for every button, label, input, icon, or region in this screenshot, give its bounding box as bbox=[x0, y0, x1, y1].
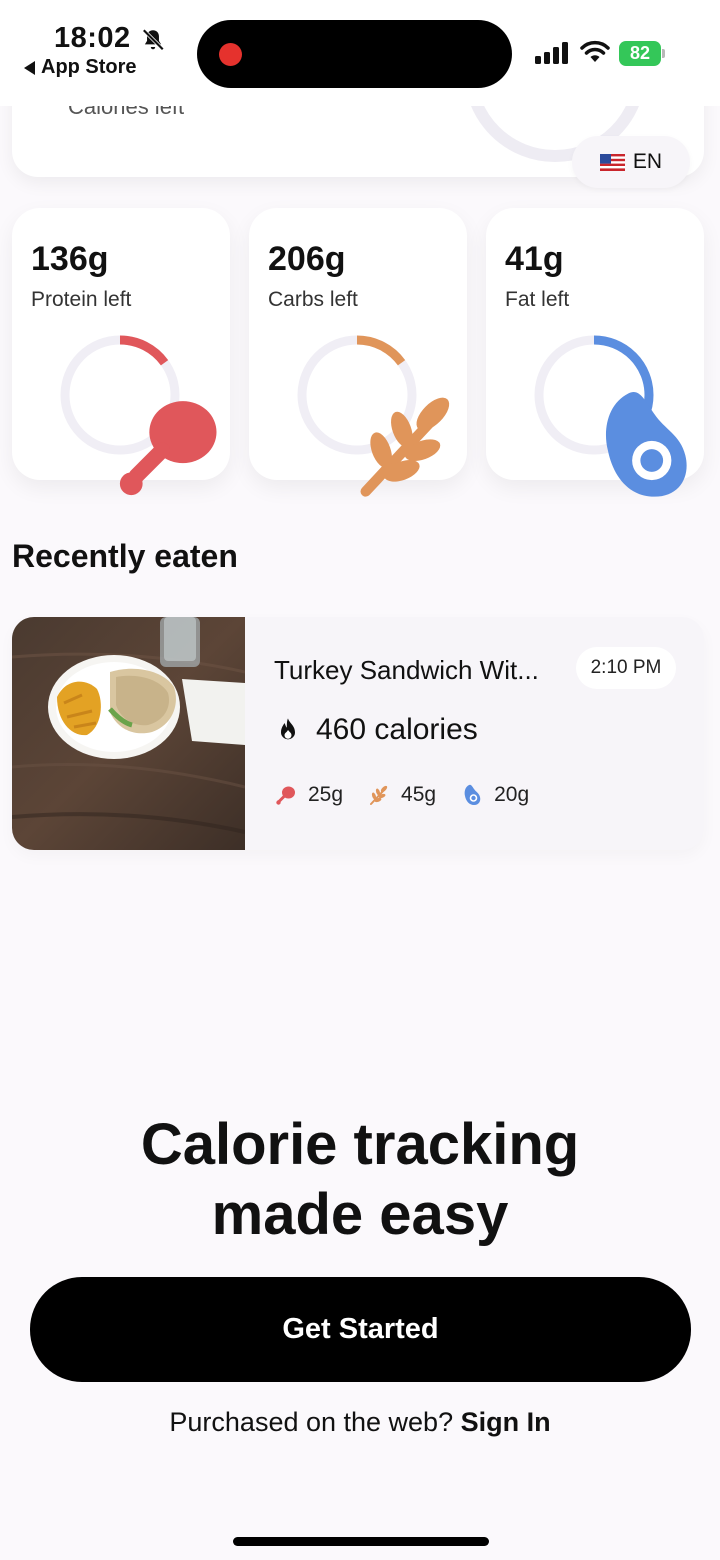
avocado-icon bbox=[464, 784, 481, 805]
recent-food-item[interactable]: Turkey Sandwich Wit... 2:10 PM 460 calor… bbox=[12, 617, 704, 850]
battery-indicator: 82 bbox=[619, 41, 665, 66]
food-fat: 20g bbox=[460, 783, 529, 807]
protein-ring bbox=[58, 333, 217, 496]
language-selector[interactable]: EN bbox=[572, 136, 690, 188]
drumstick-icon bbox=[119, 401, 217, 496]
food-protein-value: 25g bbox=[308, 783, 344, 806]
status-bar-background: 18:02 App Store 82 bbox=[0, 0, 720, 106]
food-calories: 460 calories bbox=[274, 713, 478, 747]
cellular-signal-icon bbox=[535, 42, 568, 64]
wheat-icon bbox=[360, 397, 450, 497]
protein-card[interactable]: 136g Protein left bbox=[12, 208, 230, 496]
back-arrow-icon bbox=[24, 60, 35, 75]
fat-card[interactable]: 41g Fat left bbox=[486, 208, 704, 497]
protein-label: Protein left bbox=[31, 288, 132, 311]
sign-in-link[interactable]: Sign In bbox=[461, 1407, 551, 1437]
carbs-card[interactable]: 206g Carbs left bbox=[249, 208, 467, 497]
headline: Calorie tracking made easy bbox=[0, 1110, 720, 1250]
drumstick-icon bbox=[276, 786, 295, 805]
food-carbs-value: 45g bbox=[401, 783, 437, 806]
carbs-value: 206g bbox=[268, 240, 346, 278]
food-macros: 25g 45g 20g bbox=[274, 783, 541, 807]
food-fat-value: 20g bbox=[494, 783, 530, 806]
protein-value: 136g bbox=[31, 240, 109, 278]
dynamic-island bbox=[197, 20, 512, 88]
flame-icon bbox=[281, 718, 295, 740]
fat-value: 41g bbox=[505, 240, 564, 278]
food-name: Turkey Sandwich Wit... bbox=[274, 655, 539, 685]
carbs-ring bbox=[295, 333, 450, 497]
recording-dot-icon bbox=[219, 43, 242, 66]
sign-in-prompt: Purchased on the web? Sign In bbox=[0, 1407, 720, 1438]
avocado-icon bbox=[605, 391, 687, 497]
wifi-icon bbox=[580, 40, 610, 62]
recently-eaten-heading: Recently eaten bbox=[12, 538, 238, 574]
food-photo bbox=[12, 617, 245, 850]
sign-in-question: Purchased on the web? bbox=[169, 1407, 454, 1437]
back-app-label: App Store bbox=[41, 56, 137, 78]
fat-ring bbox=[532, 333, 687, 497]
fat-label: Fat left bbox=[505, 288, 570, 311]
back-to-app-store[interactable]: App Store bbox=[24, 56, 137, 79]
language-code: EN bbox=[632, 150, 663, 173]
food-calories-text: 460 calories bbox=[316, 713, 478, 746]
get-started-button[interactable]: Get Started bbox=[30, 1277, 691, 1382]
status-time: 18:02 bbox=[54, 22, 131, 54]
headline-line-2: made easy bbox=[211, 1182, 509, 1247]
bell-slash-icon bbox=[142, 28, 165, 51]
battery-level: 82 bbox=[619, 41, 661, 66]
food-protein: 25g bbox=[274, 783, 343, 807]
food-time: 2:10 PM bbox=[576, 647, 676, 689]
battery-cap bbox=[662, 49, 665, 58]
headline-line-1: Calorie tracking bbox=[140, 1112, 580, 1177]
carbs-label: Carbs left bbox=[268, 288, 358, 311]
us-flag-icon bbox=[599, 153, 625, 171]
food-carbs: 45g bbox=[367, 783, 436, 807]
wheat-icon bbox=[370, 785, 388, 805]
home-indicator bbox=[233, 1537, 489, 1546]
